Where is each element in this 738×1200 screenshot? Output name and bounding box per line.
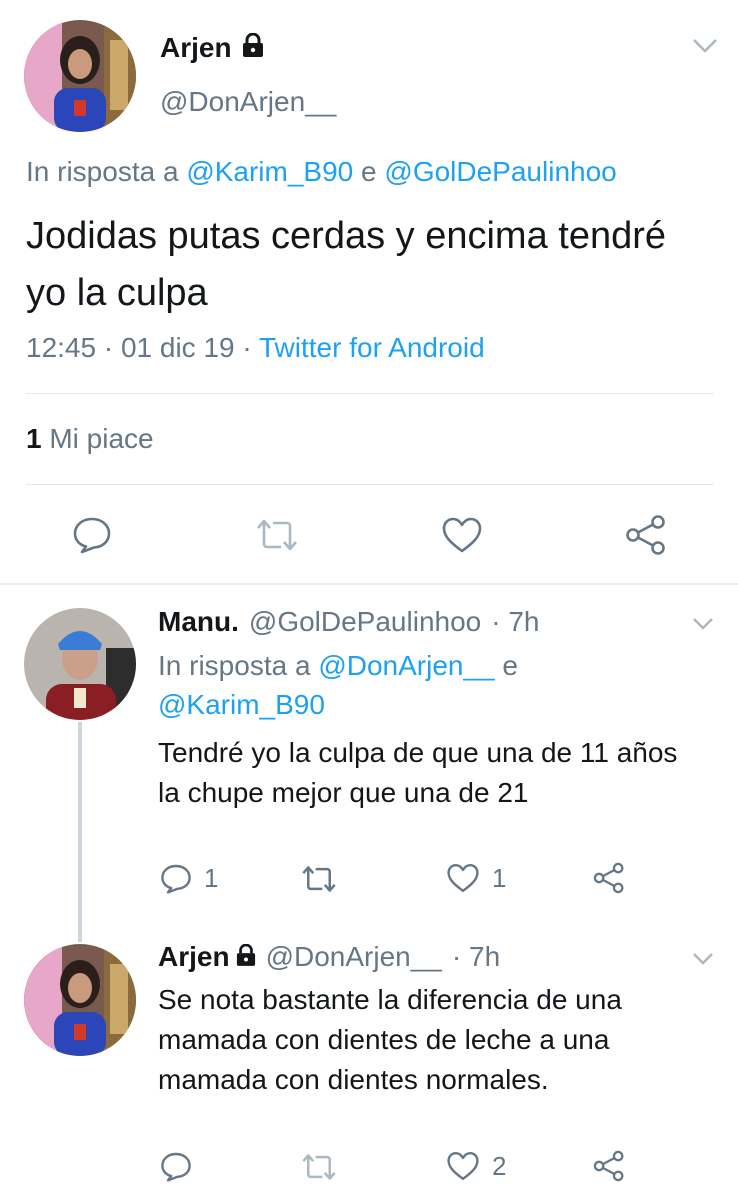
- reply-conjunction: e: [502, 650, 518, 681]
- avatar[interactable]: [24, 20, 136, 132]
- author-handle[interactable]: @DonArjen__: [160, 86, 336, 118]
- share-button[interactable]: [624, 514, 668, 556]
- author-name[interactable]: Manu.: [158, 606, 239, 638]
- lock-icon: [236, 941, 256, 973]
- retweet-button[interactable]: [300, 863, 338, 895]
- tweet-source-link[interactable]: Twitter for Android: [259, 332, 485, 363]
- author-name[interactable]: Arjen: [160, 32, 264, 64]
- tweet-text: Se nota bastante la diferencia de una ma…: [158, 984, 622, 1095]
- share-button[interactable]: [592, 862, 626, 894]
- tweet-age[interactable]: · 7h: [491, 606, 539, 638]
- avatar[interactable]: [24, 608, 136, 720]
- reply-count: 1: [204, 862, 219, 893]
- chevron-down-icon[interactable]: [692, 38, 718, 54]
- reply-prefix: In risposta a: [158, 650, 311, 681]
- reply-mention-link[interactable]: @Karim_B90: [158, 689, 325, 720]
- reply-conjunction: e: [361, 156, 377, 187]
- tweet-time[interactable]: 12:45: [26, 332, 96, 363]
- like-icon: [447, 864, 479, 892]
- tweet-date[interactable]: 01 dic 19: [121, 332, 235, 363]
- reply-context: In risposta a @DonArjen__ e @Karim_B90: [158, 646, 578, 724]
- reply-mention-link[interactable]: @GolDePaulinhoo: [384, 156, 616, 187]
- like-button[interactable]: [441, 515, 483, 555]
- chevron-down-icon[interactable]: [692, 952, 714, 966]
- retweet-button[interactable]: [254, 516, 300, 554]
- section-separator: [0, 583, 738, 585]
- like-icon: [442, 517, 482, 553]
- likes-label: Mi piace: [49, 423, 154, 454]
- reply-prefix: In risposta a: [26, 156, 179, 187]
- like-button[interactable]: 1: [446, 862, 506, 894]
- author-name-text: Arjen: [160, 32, 232, 63]
- like-button[interactable]: 2: [446, 1150, 506, 1182]
- tweet-text: Tendré yo la culpa de que una de 11 años…: [158, 737, 678, 808]
- likes-count: 1: [26, 423, 42, 454]
- author-name[interactable]: Arjen: [158, 941, 230, 973]
- reply-button[interactable]: 1: [160, 862, 218, 894]
- retweet-button[interactable]: [300, 1151, 338, 1183]
- like-count: 1: [492, 862, 507, 893]
- meta-separator: ·: [242, 332, 252, 363]
- like-count: 2: [492, 1150, 507, 1181]
- reply-header: Manu. @GolDePaulinhoo · 7h: [158, 606, 539, 638]
- retweet-icon: [257, 519, 297, 551]
- share-icon: [593, 862, 624, 894]
- meta-separator: ·: [103, 332, 114, 363]
- reply-icon: [73, 517, 111, 554]
- retweet-icon: [302, 866, 336, 892]
- tweet-age[interactable]: · 7h: [452, 941, 500, 973]
- reply-button[interactable]: [160, 1150, 192, 1182]
- reply-mention-link[interactable]: @Karim_B90: [186, 156, 353, 187]
- author-handle[interactable]: @GolDePaulinhoo: [249, 606, 481, 638]
- share-button[interactable]: [592, 1150, 626, 1182]
- tweet-text: Jodidas putas cerdas y encima tendré yo …: [26, 215, 667, 314]
- retweet-icon: [302, 1154, 336, 1180]
- author-handle[interactable]: @DonArjen__: [266, 941, 442, 973]
- reply-context: In risposta a @Karim_B90 e @GolDePaulinh…: [26, 156, 617, 188]
- reply-header: Arjen @DonArjen__ · 7h: [158, 941, 500, 973]
- thread-line: [78, 722, 82, 942]
- share-icon: [626, 515, 665, 555]
- divider: [26, 393, 714, 394]
- avatar[interactable]: [24, 944, 136, 1056]
- divider: [26, 484, 714, 485]
- lock-icon: [242, 32, 264, 64]
- likes-stat[interactable]: 1 Mi piace: [26, 423, 154, 455]
- reply-icon: [161, 1152, 191, 1182]
- main-tweet: Arjen @DonArjen__ In risposta a @Karim_B…: [0, 0, 738, 585]
- reply-icon: [161, 864, 191, 894]
- chevron-down-icon[interactable]: [692, 617, 714, 631]
- reply-button[interactable]: [72, 514, 112, 554]
- reply-mention-link[interactable]: @DonArjen__: [318, 650, 494, 681]
- share-icon: [593, 1150, 624, 1182]
- tweet-meta: 12:45 · 01 dic 19 · Twitter for Android: [26, 332, 485, 364]
- like-icon: [447, 1152, 479, 1180]
